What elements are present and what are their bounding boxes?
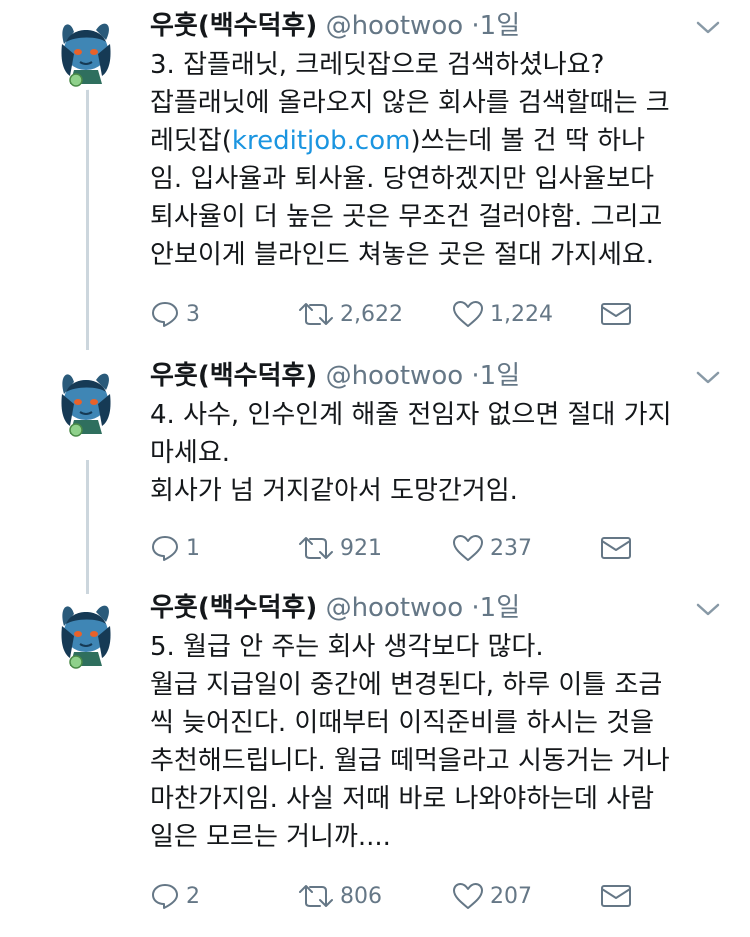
- reply-icon: [152, 302, 178, 327]
- tweet-line: 씩 늦어진다. 이때부터 이직준비를 하시는 것을: [150, 708, 655, 738]
- reply-button[interactable]: 2: [150, 878, 200, 914]
- reply-button[interactable]: 3: [150, 296, 200, 332]
- dm-button[interactable]: [600, 296, 632, 332]
- like-button[interactable]: 1,224: [452, 296, 553, 332]
- retweet-button[interactable]: 2,622: [298, 296, 403, 332]
- tweet-line: 4. 사수, 인수인계 해줄 전임자 없으면 절대 가지: [150, 400, 672, 430]
- tweet-line: 레딧잡(kreditjob.com)쓰는데 볼 건 딱 하나: [150, 122, 730, 160]
- chevron-down-icon[interactable]: [693, 598, 723, 620]
- avatar[interactable]: [47, 13, 125, 91]
- dm-button[interactable]: [600, 530, 632, 566]
- reply-count: 2: [186, 883, 200, 909]
- tweet[interactable]: 우훗(백수덕후) @hootwoo ·1일 3. 잡플래닛, 크레딧잡으로 검색…: [0, 8, 750, 338]
- retweet-button[interactable]: 806: [298, 878, 382, 914]
- dm-button[interactable]: [600, 878, 632, 914]
- reply-count: 1: [186, 535, 200, 561]
- tweet-line: 3. 잡플래닛, 크레딧잡으로 검색하셨나요?: [150, 50, 605, 80]
- tweet-line-part: )쓰는데 볼 건 딱 하나: [410, 126, 645, 156]
- tweet-header: 우훗(백수덕후) @hootwoo ·1일: [150, 8, 520, 44]
- retweet-count: 921: [340, 535, 382, 561]
- like-count: 1,224: [490, 301, 553, 327]
- like-button[interactable]: 207: [452, 878, 532, 914]
- author-handle[interactable]: @hootwoo: [326, 593, 464, 623]
- heart-icon: [453, 301, 483, 327]
- tweet-header: 우훗(백수덕후) @hootwoo ·1일: [150, 590, 520, 626]
- like-count: 207: [490, 883, 532, 909]
- reply-icon: [152, 884, 178, 909]
- tweet-line: 잡플래닛에 올라오지 않은 회사를 검색할때는 크: [150, 88, 670, 118]
- tweet-line: 마찬가지임. 사실 저때 바로 나와야하는데 사람: [150, 784, 655, 814]
- tweet-text: 3. 잡플래닛, 크레딧잡으로 검색하셨나요? 잡플래닛에 올라오지 않은 회사…: [150, 46, 730, 274]
- tweet-line: 퇴사율이 더 높은 곳은 무조건 걸러야함. 그리고: [150, 202, 663, 232]
- retweet-icon: [299, 885, 333, 907]
- avatar[interactable]: [47, 363, 125, 441]
- avatar[interactable]: [47, 595, 125, 673]
- envelope-icon: [601, 537, 631, 559]
- reply-icon: [152, 536, 178, 561]
- envelope-icon: [601, 885, 631, 907]
- author-name[interactable]: 우훗(백수덕후): [150, 11, 317, 41]
- author-name[interactable]: 우훗(백수덕후): [150, 593, 317, 623]
- tweet-text: 5. 월급 안 주는 회사 생각보다 많다. 월급 지급일이 중간에 변경된다,…: [150, 628, 730, 856]
- tweet-line: 마세요.: [150, 438, 231, 468]
- author-handle[interactable]: @hootwoo: [326, 11, 464, 41]
- tweet-line: 일은 모르는 거니까....: [150, 822, 391, 852]
- tweet[interactable]: 우훗(백수덕후) @hootwoo ·1일 5. 월급 안 주는 회사 생각보다…: [0, 590, 750, 920]
- timestamp[interactable]: 1일: [480, 361, 520, 391]
- retweet-icon: [299, 303, 333, 325]
- retweet-icon: [299, 537, 333, 559]
- retweet-count: 806: [340, 883, 382, 909]
- like-count: 237: [490, 535, 532, 561]
- heart-icon: [453, 535, 483, 561]
- heart-icon: [453, 883, 483, 909]
- like-button[interactable]: 237: [452, 530, 532, 566]
- author-name[interactable]: 우훗(백수덕후): [150, 361, 317, 391]
- tweet-line: 임. 입사율과 퇴사율. 당연하겠지만 입사율보다: [150, 164, 655, 194]
- retweet-count: 2,622: [340, 301, 403, 327]
- separator-dot: ·: [471, 361, 480, 391]
- tweet-text: 4. 사수, 인수인계 해줄 전임자 없으면 절대 가지 마세요. 회사가 넘 …: [150, 396, 730, 510]
- reply-button[interactable]: 1: [150, 530, 200, 566]
- author-handle[interactable]: @hootwoo: [326, 361, 464, 391]
- timestamp[interactable]: 1일: [480, 11, 520, 41]
- tweet-line: 추천해드립니다. 월급 떼먹을라고 시동거는 거나: [150, 746, 670, 776]
- separator-dot: ·: [471, 593, 480, 623]
- tweet[interactable]: 우훗(백수덕후) @hootwoo ·1일 4. 사수, 인수인계 해줄 전임자…: [0, 358, 750, 578]
- tweet-line: 회사가 넘 거지같아서 도망간거임.: [150, 476, 518, 506]
- tweet-line: 5. 월급 안 주는 회사 생각보다 많다.: [150, 632, 544, 662]
- chevron-down-icon[interactable]: [693, 16, 723, 38]
- reply-count: 3: [186, 301, 200, 327]
- tweet-line-part: 레딧잡(: [150, 126, 232, 156]
- url-link[interactable]: kreditjob.com: [232, 126, 411, 156]
- envelope-icon: [601, 303, 631, 325]
- separator-dot: ·: [471, 11, 480, 41]
- tweet-line: 월급 지급일이 중간에 변경된다, 하루 이틀 조금: [150, 670, 663, 700]
- retweet-button[interactable]: 921: [298, 530, 382, 566]
- timestamp[interactable]: 1일: [480, 593, 520, 623]
- tweet-line: 안보이게 블라인드 쳐놓은 곳은 절대 가지세요.: [150, 240, 655, 270]
- chevron-down-icon[interactable]: [693, 366, 723, 388]
- tweet-header: 우훗(백수덕후) @hootwoo ·1일: [150, 358, 520, 394]
